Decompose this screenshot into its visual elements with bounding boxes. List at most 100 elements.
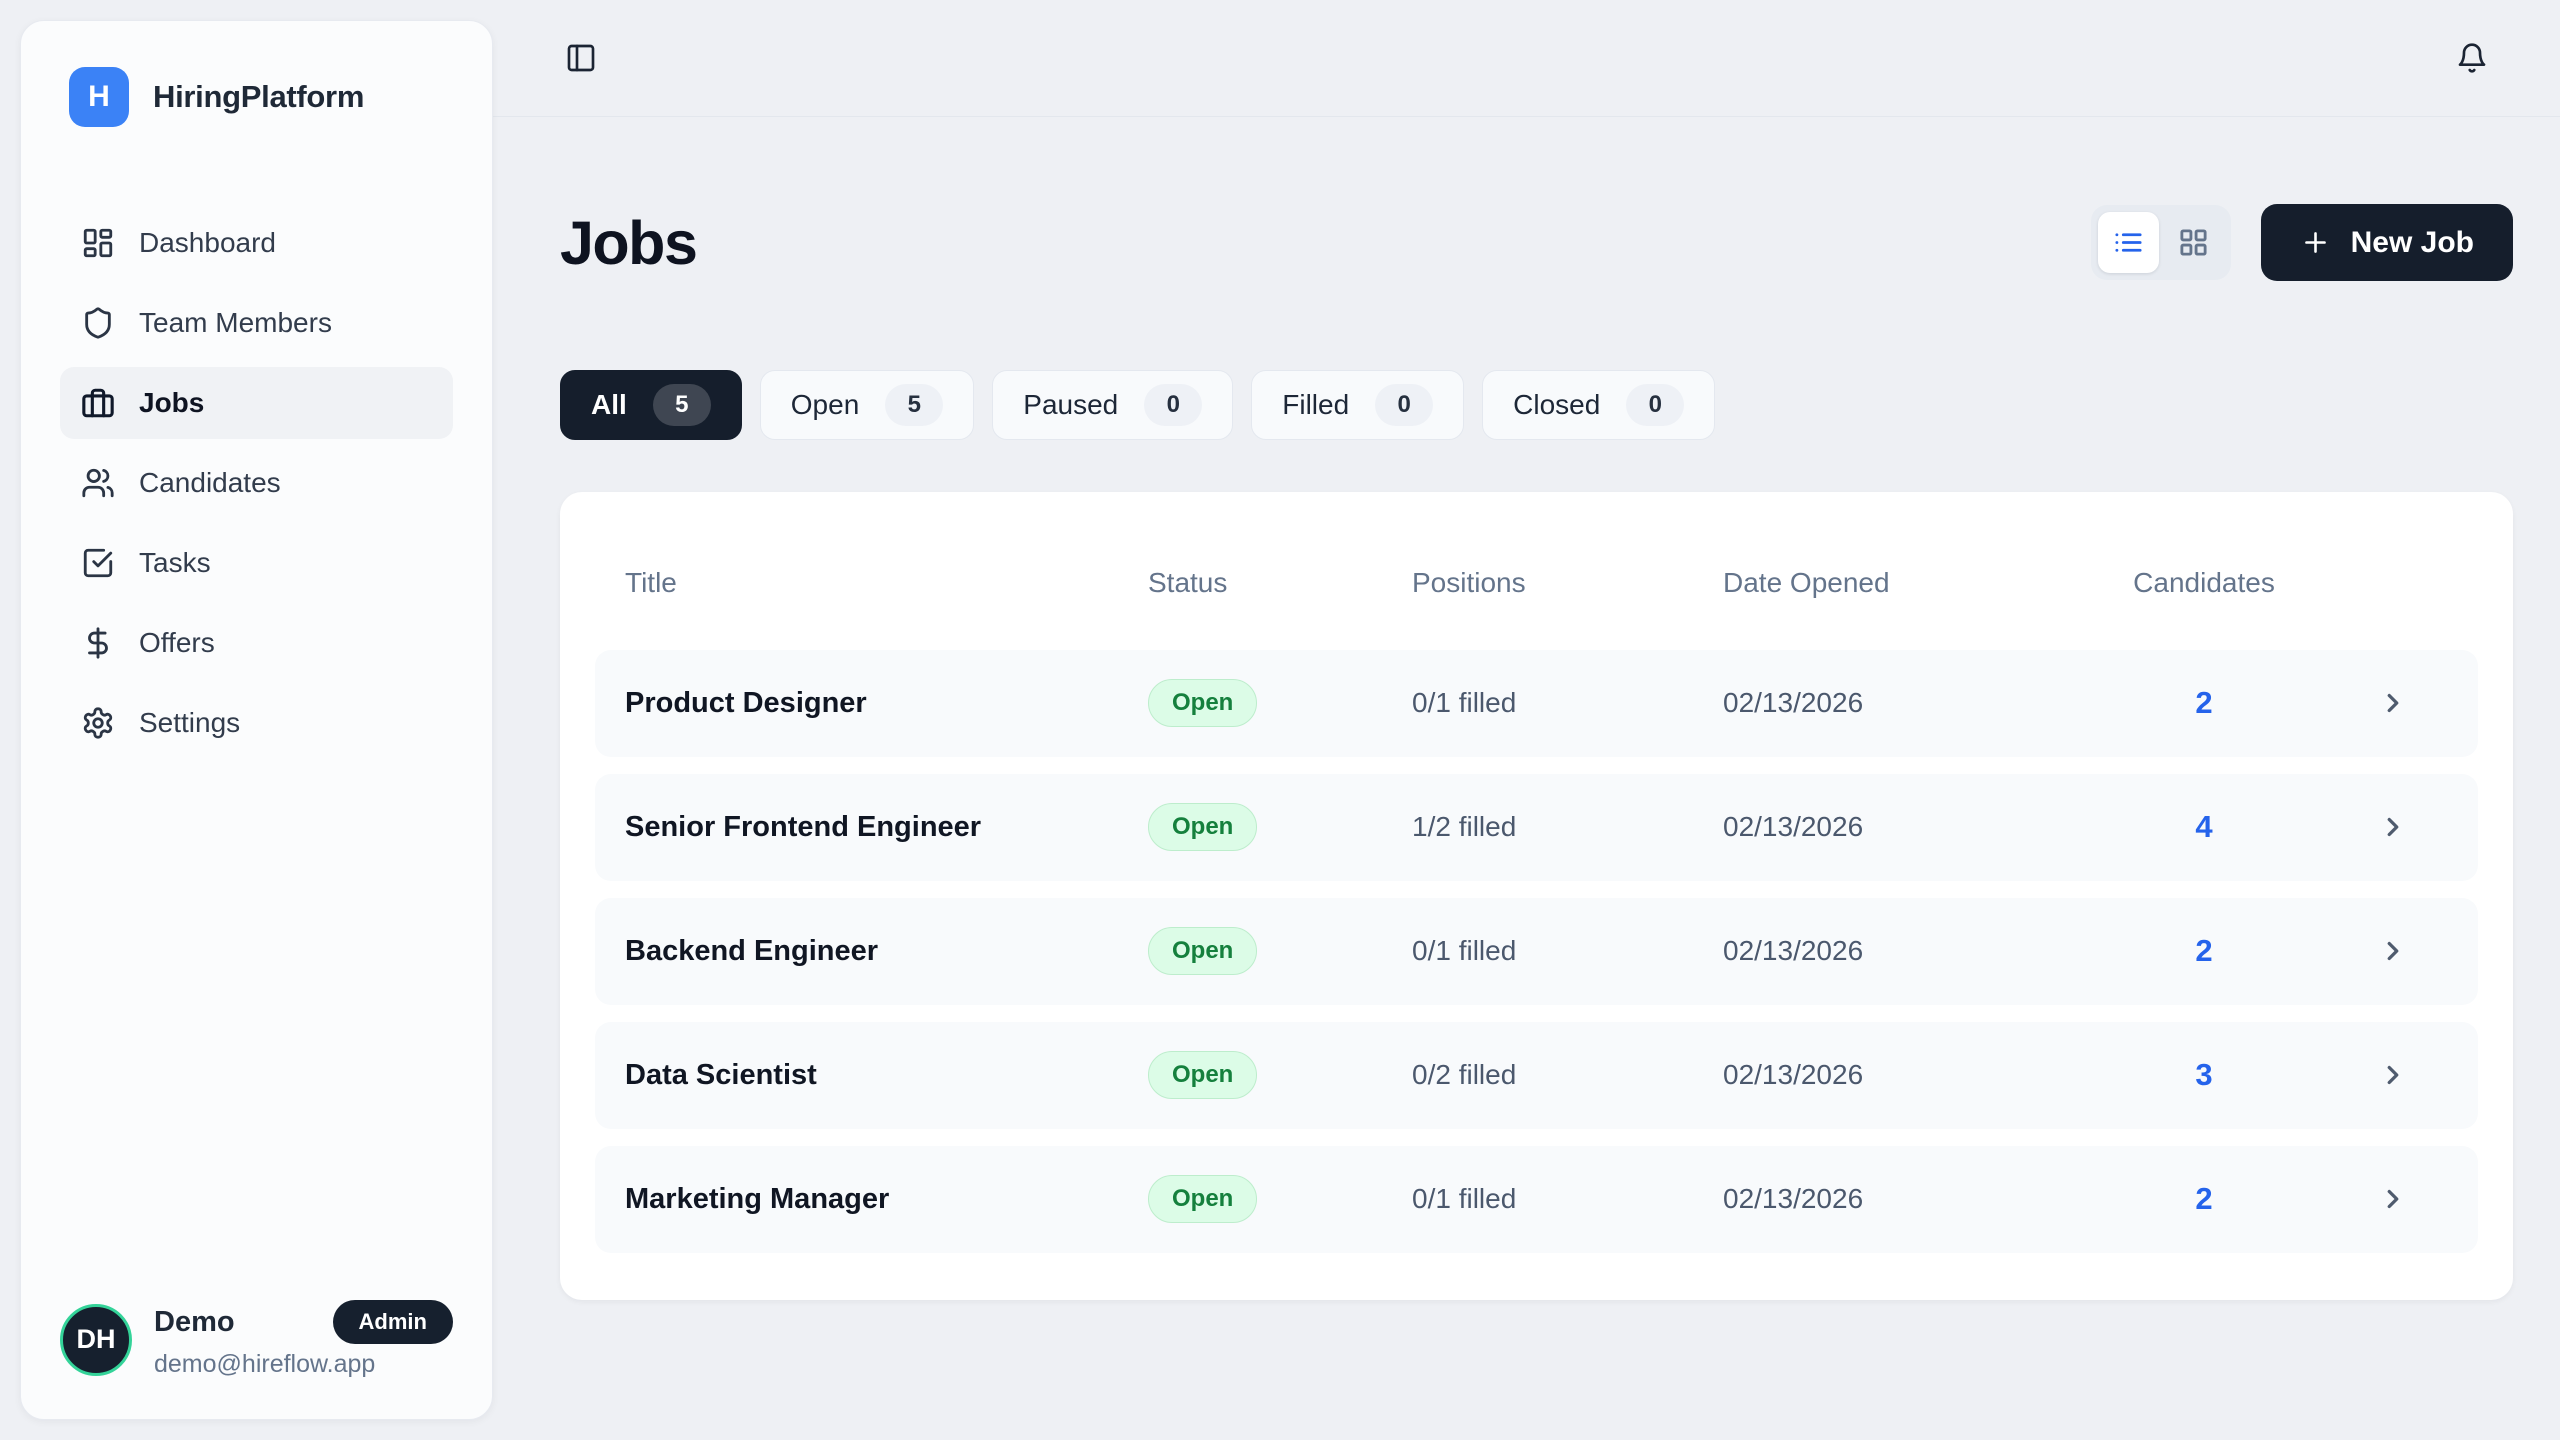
table-row[interactable]: Backend Engineer Open 0/1 filled 02/13/2… [595,898,2478,1005]
chevron-right-icon[interactable] [2378,812,2408,842]
filter-label: All [591,389,627,421]
filter-tab-all[interactable]: All 5 [560,370,742,440]
sidebar-item-tasks[interactable]: Tasks [60,527,453,599]
filter-label: Paused [1023,389,1118,421]
sidebar-item-settings[interactable]: Settings [60,687,453,759]
user-email: demo@hireflow.app [154,1350,453,1379]
main-area: Jobs [493,0,2560,1440]
status-badge: Open [1148,803,1257,851]
new-job-label: New Job [2351,226,2474,260]
column-header-date-opened: Date Opened [1723,567,2074,599]
gear-icon [81,706,115,740]
filter-label: Open [791,389,860,421]
check-square-icon [81,546,115,580]
date-opened-cell: 02/13/2026 [1723,1183,2074,1215]
brand-name: HiringPlatform [153,79,364,115]
sidebar-item-offers[interactable]: Offers [60,607,453,679]
sidebar-item-candidates[interactable]: Candidates [60,447,453,519]
status-badge: Open [1148,679,1257,727]
dollar-icon [81,626,115,660]
candidates-count[interactable]: 3 [2195,1057,2212,1093]
chevron-right-icon[interactable] [2378,1184,2408,1214]
users-icon [81,466,115,500]
filter-tab-paused[interactable]: Paused 0 [992,370,1233,440]
briefcase-icon [81,386,115,420]
brand: H HiringPlatform [21,21,492,127]
jobs-table-card: Title Status Positions Date Opened Candi… [560,492,2513,1300]
dashboard-icon [81,226,115,260]
table-row[interactable]: Senior Frontend Engineer Open 1/2 filled… [595,774,2478,881]
status-badge: Open [1148,1051,1257,1099]
list-icon [2113,227,2144,258]
sidebar: H HiringPlatform Dashboard Team Members … [20,20,493,1420]
job-title: Backend Engineer [625,935,1148,968]
candidates-count[interactable]: 4 [2195,809,2212,845]
job-title: Marketing Manager [625,1183,1148,1216]
chevron-right-icon[interactable] [2378,936,2408,966]
job-title: Data Scientist [625,1059,1148,1092]
avatar: DH [60,1304,132,1376]
filter-count-badge: 5 [653,384,711,426]
page-header: Jobs [560,171,2513,315]
filter-tab-filled[interactable]: Filled 0 [1251,370,1464,440]
plus-icon [2300,227,2331,258]
page-title: Jobs [560,212,696,274]
sidebar-toggle-button[interactable] [555,32,607,84]
positions-cell: 0/1 filled [1412,1183,1723,1215]
chevron-right-icon[interactable] [2378,688,2408,718]
sidebar-nav: Dashboard Team Members Jobs Candidates T… [21,207,492,759]
sidebar-item-dashboard[interactable]: Dashboard [60,207,453,279]
sidebar-item-label: Jobs [139,387,204,419]
filter-tab-open[interactable]: Open 5 [760,370,975,440]
filter-count-badge: 0 [1375,384,1433,426]
bell-icon [2456,42,2488,74]
status-badge: Open [1148,1175,1257,1223]
filter-label: Filled [1282,389,1349,421]
table-row[interactable]: Product Designer Open 0/1 filled 02/13/2… [595,650,2478,757]
user-name: Demo [154,1306,235,1339]
column-header-candidates: Candidates [2133,567,2275,599]
column-header-status: Status [1148,567,1412,599]
new-job-button[interactable]: New Job [2261,204,2513,281]
topbar [493,0,2560,117]
grid-view-button[interactable] [2163,212,2224,273]
grid-icon [2178,227,2209,258]
candidates-count[interactable]: 2 [2195,1181,2212,1217]
date-opened-cell: 02/13/2026 [1723,935,2074,967]
filter-count-badge: 5 [885,384,943,426]
filter-count-badge: 0 [1626,384,1684,426]
chevron-right-icon[interactable] [2378,1060,2408,1090]
sidebar-item-jobs[interactable]: Jobs [60,367,453,439]
list-view-button[interactable] [2098,212,2159,273]
positions-cell: 0/1 filled [1412,935,1723,967]
sidebar-item-label: Team Members [139,307,332,339]
sidebar-item-label: Offers [139,627,215,659]
date-opened-cell: 02/13/2026 [1723,687,2074,719]
user-profile[interactable]: DH Demo Admin demo@hireflow.app [21,1300,492,1419]
table-row[interactable]: Data Scientist Open 0/2 filled 02/13/202… [595,1022,2478,1129]
table-row[interactable]: Marketing Manager Open 0/1 filled 02/13/… [595,1146,2478,1253]
positions-cell: 0/2 filled [1412,1059,1723,1091]
candidates-count[interactable]: 2 [2195,933,2212,969]
profile-info: Demo Admin demo@hireflow.app [154,1300,453,1379]
column-header-positions: Positions [1412,567,1723,599]
job-title: Product Designer [625,687,1148,720]
positions-cell: 1/2 filled [1412,811,1723,843]
brand-h-icon: H [69,67,129,127]
column-header-title: Title [625,567,1148,599]
filter-count-badge: 0 [1144,384,1202,426]
candidates-count[interactable]: 2 [2195,685,2212,721]
shield-icon [81,306,115,340]
table-rows: Product Designer Open 0/1 filled 02/13/2… [595,650,2478,1253]
sidebar-item-label: Settings [139,707,240,739]
sidebar-item-label: Dashboard [139,227,276,259]
view-toggle [2091,205,2231,280]
role-badge: Admin [333,1300,453,1344]
positions-cell: 0/1 filled [1412,687,1723,719]
filter-tab-closed[interactable]: Closed 0 [1482,370,1715,440]
notifications-button[interactable] [2446,32,2498,84]
sidebar-item-label: Tasks [139,547,211,579]
filter-label: Closed [1513,389,1600,421]
header-controls: New Job [2091,204,2513,281]
sidebar-item-team-members[interactable]: Team Members [60,287,453,359]
